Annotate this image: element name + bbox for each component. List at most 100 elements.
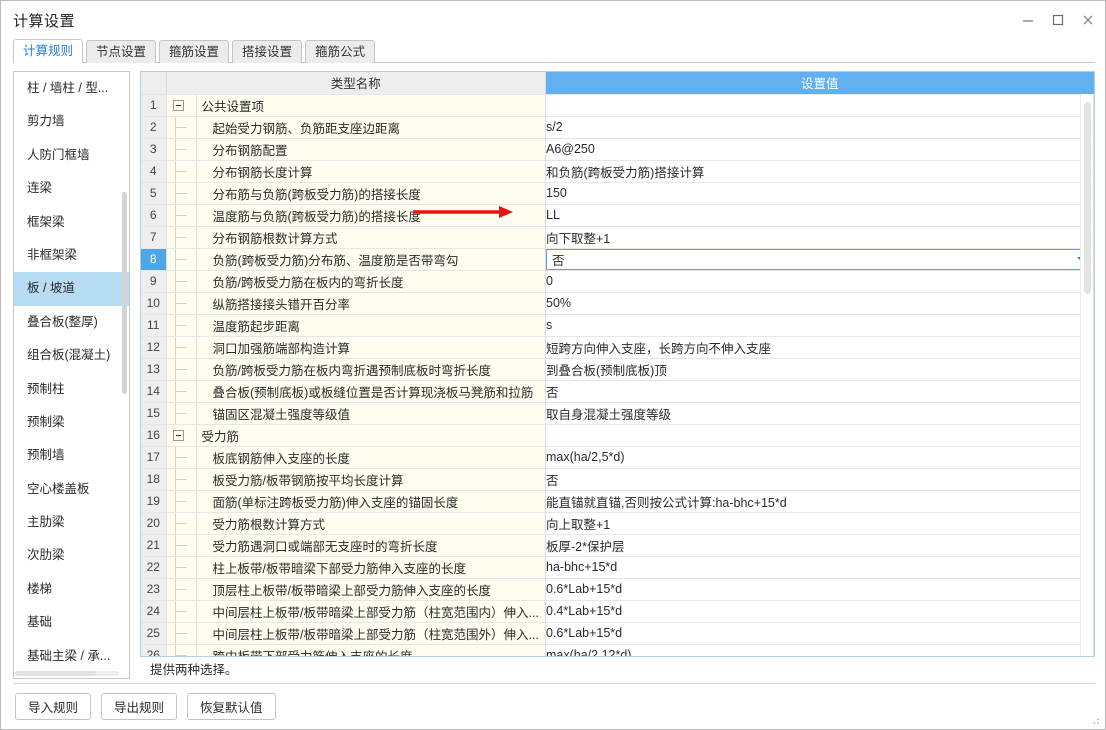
grid-vertical-scrollbar[interactable] [1080, 94, 1093, 655]
row-number-cell[interactable]: 25 [141, 622, 167, 645]
setting-value-cell[interactable]: max(ha/2,5*d) [545, 446, 1094, 469]
row-number-cell[interactable]: 13 [141, 358, 167, 381]
sidebar-item[interactable]: 叠合板(整厚) [14, 306, 129, 339]
grid-vertical-scrollbar-thumb[interactable] [1084, 102, 1091, 294]
row-number-cell[interactable]: 9 [141, 270, 167, 293]
row-number-cell[interactable]: 10 [141, 292, 167, 315]
sidebar-item[interactable]: 次肋梁 [14, 539, 129, 572]
row-number-cell[interactable]: 21 [141, 534, 167, 557]
sidebar-item[interactable]: 楼梯 [14, 573, 129, 606]
setting-name-cell[interactable]: 受力筋根数计算方式 [196, 512, 546, 535]
table-row[interactable]: 20 受力筋根数计算方式 向上取整+1 [141, 512, 1094, 535]
row-number-cell[interactable]: 4 [141, 160, 167, 183]
table-row[interactable]: 15 锚固区混凝土强度等级值 取自身混凝土强度等级 [141, 402, 1094, 425]
row-number-cell[interactable]: 3 [141, 138, 167, 161]
import-rules-button[interactable]: 导入规则 [15, 693, 92, 720]
row-number-cell[interactable]: 5 [141, 182, 167, 205]
setting-name-cell[interactable]: 温度筋起步距离 [196, 314, 546, 337]
row-number-cell[interactable]: 17 [141, 446, 167, 469]
sidebar-item[interactable]: 主肋梁 [14, 506, 129, 539]
sidebar-item[interactable]: 非框架梁 [14, 239, 129, 272]
sidebar-horizontal-scrollbar-thumb[interactable] [15, 671, 97, 676]
setting-name-cell[interactable]: 纵筋搭接接头错开百分率 [196, 292, 546, 315]
sidebar-item[interactable]: 预制梁 [14, 406, 129, 439]
sidebar-item[interactable]: 框架梁 [14, 206, 129, 239]
row-number-cell[interactable]: 16 [141, 424, 167, 447]
setting-name-cell[interactable]: 分布钢筋配置 [196, 138, 546, 161]
tree-collapse-icon[interactable] [166, 94, 197, 117]
row-number-cell[interactable]: 15 [141, 402, 167, 425]
sidebar-vertical-scrollbar-thumb[interactable] [122, 192, 127, 394]
sidebar-item[interactable]: 预制柱 [14, 373, 129, 406]
setting-value-header[interactable]: 设置值 [545, 72, 1094, 95]
row-number-cell[interactable]: 18 [141, 468, 167, 491]
setting-value-cell[interactable]: 能直锚就直锚,否则按公式计算:ha-bhc+15*d [545, 490, 1094, 513]
setting-name-cell[interactable]: 锚固区混凝土强度等级值 [196, 402, 546, 425]
setting-value-cell[interactable]: s [545, 314, 1094, 337]
tab-lap-settings[interactable]: 搭接设置 [232, 40, 303, 63]
row-number-cell[interactable]: 6 [141, 204, 167, 227]
setting-name-cell[interactable]: 中间层柱上板带/板带暗梁上部受力筋（柱宽范围内）伸入... [196, 600, 546, 623]
row-number-cell[interactable]: 14 [141, 380, 167, 403]
setting-value-cell[interactable]: 50% [545, 292, 1094, 315]
minus-icon[interactable] [172, 99, 184, 111]
table-row[interactable]: 18 板受力筋/板带钢筋按平均长度计算 否 [141, 468, 1094, 491]
table-row[interactable]: 4 分布钢筋长度计算 和负筋(跨板受力筋)搭接计算 [141, 160, 1094, 183]
setting-name-cell[interactable]: 受力筋 [196, 424, 546, 447]
setting-value-cell[interactable]: 否 [545, 380, 1094, 403]
row-number-cell[interactable]: 8 [141, 248, 167, 271]
row-number-cell[interactable]: 26 [141, 644, 167, 656]
table-row[interactable]: 2 起始受力钢筋、负筋距支座边距离 s/2 [141, 116, 1094, 139]
row-number-cell[interactable]: 24 [141, 600, 167, 623]
setting-value-cell[interactable]: 板厚-2*保护层 [545, 534, 1094, 557]
table-row[interactable]: 17 板底钢筋伸入支座的长度 max(ha/2,5*d) [141, 446, 1094, 469]
sidebar-item[interactable]: 基础主梁 / 承... [14, 640, 129, 670]
setting-name-cell[interactable]: 柱上板带/板带暗梁下部受力筋伸入支座的长度 [196, 556, 546, 579]
setting-value-cell[interactable]: 向下取整+1 [545, 226, 1094, 249]
dropdown-editor[interactable]: 否 [546, 248, 1093, 269]
table-row[interactable]: 16 受力筋 [141, 424, 1094, 447]
setting-value-cell[interactable]: 向上取整+1 [545, 512, 1094, 535]
table-row[interactable]: 13 负筋/跨板受力筋在板内弯折遇预制底板时弯折长度 到叠合板(预制底板)顶 [141, 358, 1094, 381]
setting-name-cell[interactable]: 受力筋遇洞口或端部无支座时的弯折长度 [196, 534, 546, 557]
table-row[interactable]: 26 跨中板带下部受力筋伸入支座的长度 max(ha/2,12*d) [141, 644, 1094, 656]
setting-name-cell[interactable]: 跨中板带下部受力筋伸入支座的长度 [196, 644, 546, 656]
resize-grip-icon[interactable] [1089, 714, 1101, 726]
table-row[interactable]: 19 面筋(单标注跨板受力筋)伸入支座的锚固长度 能直锚就直锚,否则按公式计算:ha… [141, 490, 1094, 513]
restore-defaults-button[interactable]: 恢复默认值 [187, 693, 276, 720]
setting-value-cell[interactable]: 150 [545, 182, 1094, 205]
row-number-cell[interactable]: 20 [141, 512, 167, 535]
table-row[interactable]: 21 受力筋遇洞口或端部无支座时的弯折长度 板厚-2*保护层 [141, 534, 1094, 557]
table-row[interactable]: 11 温度筋起步距离 s [141, 314, 1094, 337]
component-type-sidebar[interactable]: 柱 / 墙柱 / 型... 剪力墙 人防门框墙 连梁 框架梁 非框架梁板 / 坡道 叠合板(… [13, 71, 130, 679]
export-rules-button[interactable]: 导出规则 [101, 693, 178, 720]
table-row[interactable]: 6 温度筋与负筋(跨板受力筋)的搭接长度 LL [141, 204, 1094, 227]
minus-icon[interactable] [172, 429, 184, 441]
tree-collapse-icon[interactable] [166, 424, 197, 447]
setting-name-cell[interactable]: 分布钢筋长度计算 [196, 160, 546, 183]
setting-value-cell[interactable] [545, 424, 1094, 447]
row-number-cell[interactable]: 7 [141, 226, 167, 249]
setting-name-cell[interactable]: 分布筋与负筋(跨板受力筋)的搭接长度 [196, 182, 546, 205]
setting-value-cell[interactable]: LL [545, 204, 1094, 227]
setting-value-cell[interactable]: s/2 [545, 116, 1094, 139]
setting-name-cell[interactable]: 叠合板(预制底板)或板缝位置是否计算现浇板马凳筋和拉筋 [196, 380, 546, 403]
row-number-cell[interactable]: 12 [141, 336, 167, 359]
setting-name-cell[interactable]: 负筋(跨板受力筋)分布筋、温度筋是否带弯勾 [196, 248, 546, 271]
setting-name-cell[interactable]: 负筋/跨板受力筋在板内弯折遇预制底板时弯折长度 [196, 358, 546, 381]
sidebar-vertical-scrollbar[interactable] [122, 74, 127, 666]
setting-value-cell[interactable]: 0 [545, 270, 1094, 293]
setting-name-cell[interactable]: 板底钢筋伸入支座的长度 [196, 446, 546, 469]
sidebar-item[interactable]: 基础 [14, 606, 129, 639]
setting-value-cell[interactable]: 0.4*Lab+15*d [545, 600, 1094, 623]
sidebar-item[interactable]: 组合板(混凝土) [14, 339, 129, 372]
row-number-cell[interactable]: 22 [141, 556, 167, 579]
row-number-cell[interactable]: 23 [141, 578, 167, 601]
setting-name-cell[interactable]: 顶层柱上板带/板带暗梁上部受力筋伸入支座的长度 [196, 578, 546, 601]
table-row[interactable]: 14 叠合板(预制底板)或板缝位置是否计算现浇板马凳筋和拉筋否 [141, 380, 1094, 403]
row-number-cell[interactable]: 19 [141, 490, 167, 513]
maximize-icon[interactable] [1043, 5, 1073, 35]
setting-value-cell[interactable]: 短跨方向伸入支座，长跨方向不伸入支座 [545, 336, 1094, 359]
setting-name-cell[interactable]: 面筋(单标注跨板受力筋)伸入支座的锚固长度 [196, 490, 546, 513]
setting-value-cell[interactable]: max(ha/2,12*d) [545, 644, 1094, 656]
